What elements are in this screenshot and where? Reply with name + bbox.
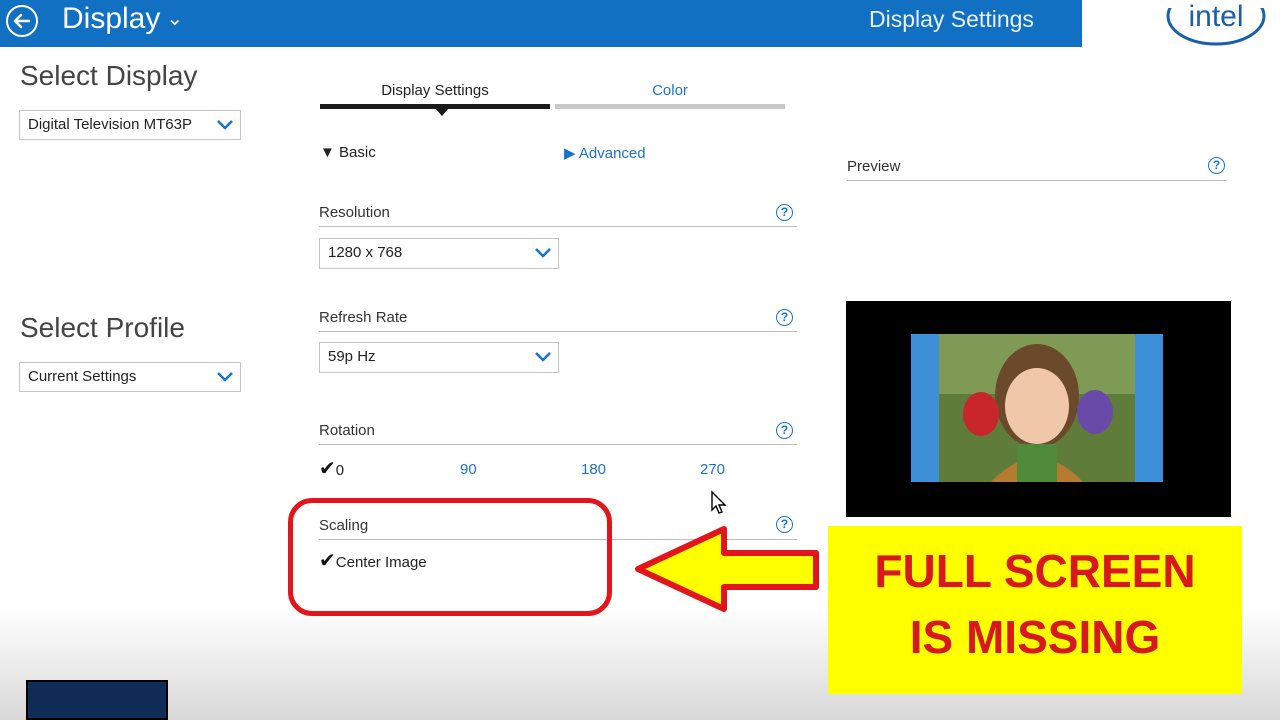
refresh-rate-select[interactable]: 59p Hz — [319, 342, 559, 373]
callout-line-1: FULL SCREEN — [874, 545, 1196, 597]
rotation-option-label: 0 — [335, 462, 345, 479]
chevron-down-icon — [217, 120, 233, 130]
profile-select-value: Current Settings — [28, 368, 137, 385]
tab-color-indicator — [555, 104, 785, 109]
divider — [319, 331, 797, 332]
triangle-right-icon: ▶ — [564, 145, 576, 162]
select-display-title: Select Display — [20, 60, 198, 91]
refresh-rate-select-value: 59p Hz — [328, 348, 376, 365]
app-title-menu[interactable]: Display ⌄ — [62, 0, 183, 38]
intel-logo-text: intel — [1188, 0, 1243, 33]
divider — [319, 444, 797, 445]
help-icon[interactable]: ? — [776, 422, 793, 439]
chevron-down-icon: ⌄ — [166, 8, 184, 30]
chevron-down-icon — [535, 352, 551, 362]
rotation-label: Rotation — [319, 422, 375, 439]
advanced-mode-label: Advanced — [578, 145, 646, 162]
help-icon[interactable]: ? — [1208, 157, 1225, 174]
chevron-down-icon — [217, 372, 233, 382]
checkmark-icon: ✔ — [319, 458, 336, 480]
resolution-select[interactable]: 1280 x 768 — [319, 238, 559, 269]
preview-image — [911, 334, 1163, 482]
divider — [847, 180, 1227, 181]
basic-mode-label: Basic — [339, 144, 376, 161]
back-arrow-icon — [13, 13, 31, 29]
select-profile-title: Select Profile — [20, 312, 185, 343]
resolution-select-value: 1280 x 768 — [328, 244, 403, 261]
help-icon[interactable]: ? — [776, 309, 793, 326]
mouse-cursor-icon — [711, 490, 727, 514]
back-button[interactable] — [6, 5, 38, 37]
basic-mode[interactable]: ▼ Basic — [320, 144, 376, 161]
callout-line-2: IS MISSING — [909, 611, 1161, 663]
rotation-option-270[interactable]: 270 — [700, 461, 725, 478]
refresh-rate-label: Refresh Rate — [319, 309, 408, 326]
section-title: Display Settings — [869, 6, 1034, 32]
app-title: Display — [62, 2, 161, 35]
tab-pointer-icon — [435, 108, 449, 116]
triangle-down-icon: ▼ — [320, 144, 335, 161]
highlight-box — [288, 498, 612, 616]
arrow-left-icon — [635, 526, 819, 612]
rotation-option-180[interactable]: 180 — [581, 461, 606, 478]
divider — [319, 226, 797, 227]
desktop-thumbnail — [26, 680, 168, 720]
intel-logo: intel — [1166, 0, 1266, 46]
callout-text: FULL SCREEN IS MISSING — [828, 538, 1242, 670]
display-select[interactable]: Digital Television MT63P — [19, 110, 241, 140]
advanced-mode[interactable]: ▶ Advanced — [564, 144, 646, 162]
display-select-value: Digital Television MT63P — [28, 116, 192, 133]
preview-label: Preview — [847, 158, 901, 175]
chevron-down-icon — [535, 248, 551, 258]
rotation-option-0[interactable]: ✔0 — [319, 456, 344, 481]
tab-color[interactable]: Color — [555, 82, 785, 99]
tab-display-settings[interactable]: Display Settings — [320, 82, 550, 99]
help-icon[interactable]: ? — [776, 204, 793, 221]
rotation-option-90[interactable]: 90 — [460, 461, 477, 478]
profile-select[interactable]: Current Settings — [19, 362, 241, 392]
resolution-label: Resolution — [319, 204, 390, 221]
